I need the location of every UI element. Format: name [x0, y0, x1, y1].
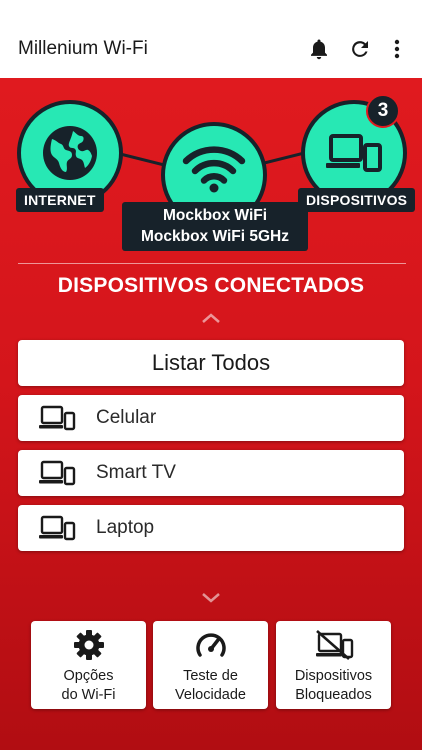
wifi-networks-label: Mockbox WiFi Mockbox WiFi 5GHz: [122, 202, 308, 251]
device-row-laptop[interactable]: Laptop: [18, 505, 404, 551]
wifi-icon: [182, 146, 246, 193]
devices-icon: [326, 134, 382, 172]
app-title: Millenium Wi-Fi: [18, 38, 148, 59]
devices-icon: [38, 405, 78, 431]
chevron-up-icon[interactable]: [201, 312, 221, 324]
bell-icon[interactable]: [307, 37, 331, 61]
device-row-celular[interactable]: Celular: [18, 395, 404, 441]
speedometer-icon: [195, 629, 227, 661]
main-panel: INTERNET Mockbox WiFi Mockbox WiFi 5GHz …: [0, 78, 422, 750]
chevron-down-icon[interactable]: [201, 592, 221, 604]
internet-label: INTERNET: [16, 188, 104, 212]
section-title: DISPOSITIVOS CONECTADOS: [57, 274, 365, 297]
wifi-name-5g: Mockbox WiFi 5GHz: [141, 228, 289, 245]
tile-label: Teste de Velocidade: [175, 668, 246, 703]
divider: [18, 263, 406, 264]
devices-label: DISPOSITIVOS: [298, 188, 416, 212]
refresh-icon[interactable]: [348, 37, 372, 61]
devices-icon: [38, 460, 78, 486]
devices-icon: [38, 515, 78, 541]
device-label: Laptop: [96, 517, 155, 538]
device-label: Celular: [96, 407, 157, 428]
tile-label: Dispositivos Bloqueados: [294, 668, 373, 703]
tile-label: Opções do Wi-Fi: [61, 668, 116, 703]
blocked-devices-button[interactable]: Dispositivos Bloqueados: [276, 621, 391, 709]
wifi-options-button[interactable]: Opções do Wi-Fi: [31, 621, 146, 709]
more-vert-icon[interactable]: [385, 37, 409, 61]
device-label: Smart TV: [96, 462, 176, 483]
devices-blocked-icon: [314, 629, 354, 661]
wifi-name-2g: Mockbox WiFi: [162, 207, 268, 224]
gear-icon: [73, 629, 105, 661]
app-bar: Millenium Wi-Fi: [0, 0, 422, 78]
device-row-smart-tv[interactable]: Smart TV: [18, 450, 404, 496]
speed-test-button[interactable]: Teste de Velocidade: [153, 621, 268, 709]
list-all-button[interactable]: Listar Todos: [18, 340, 404, 386]
devices-count-badge: 3: [366, 94, 400, 128]
globe-icon: [43, 126, 97, 180]
